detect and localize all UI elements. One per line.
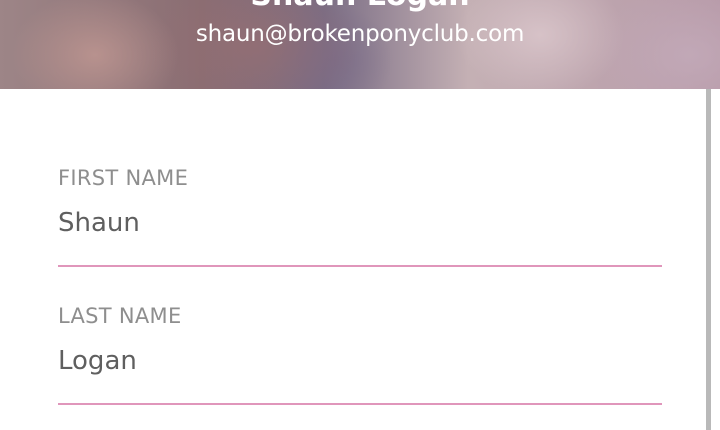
profile-name: Shaun Logan (0, 0, 720, 14)
profile-page: Shaun Logan shaun@brokenponyclub.com FIR… (0, 0, 720, 430)
profile-header: Shaun Logan shaun@brokenponyclub.com (0, 0, 720, 89)
first-name-underline (58, 265, 662, 267)
profile-email: shaun@brokenponyclub.com (195, 21, 525, 47)
profile-form: FIRST NAME LAST NAME (0, 89, 720, 430)
last-name-input[interactable] (58, 341, 662, 381)
first-name-input[interactable] (58, 203, 662, 243)
last-name-underline (58, 403, 662, 405)
last-name-label: LAST NAME (58, 304, 182, 328)
first-name-label: FIRST NAME (58, 166, 189, 190)
scrollbar[interactable] (706, 89, 711, 430)
